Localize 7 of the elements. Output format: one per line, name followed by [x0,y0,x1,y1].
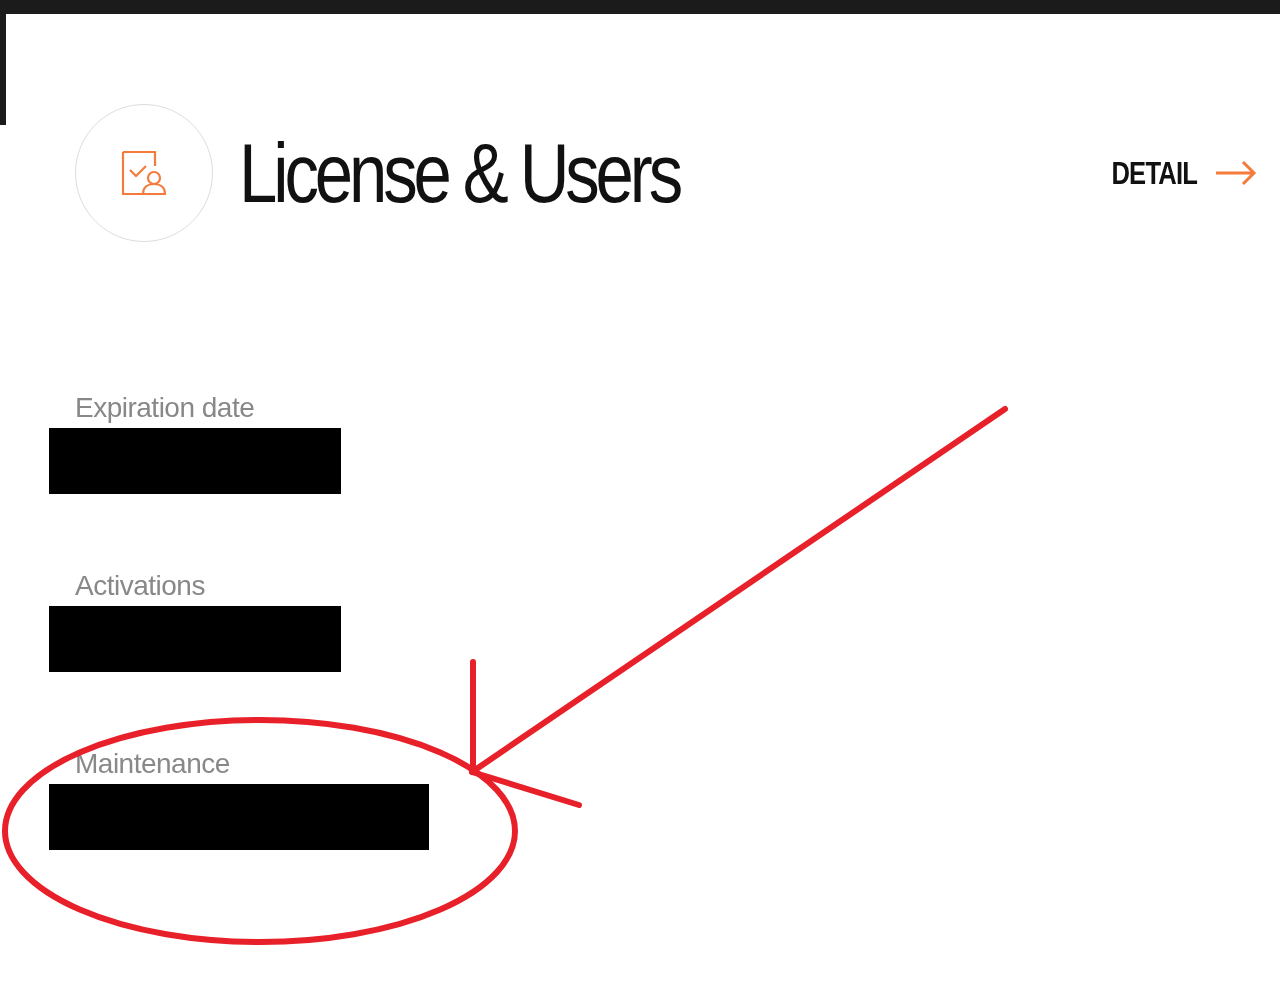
field-label: Activations [75,570,205,602]
field-label: Expiration date [75,392,255,424]
document-user-icon [121,150,167,196]
field-label: Maintenance [75,748,230,780]
page-title: License & Users [239,124,679,222]
detail-link[interactable]: DETAIL [1089,154,1257,192]
arrow-icon [1215,160,1257,186]
